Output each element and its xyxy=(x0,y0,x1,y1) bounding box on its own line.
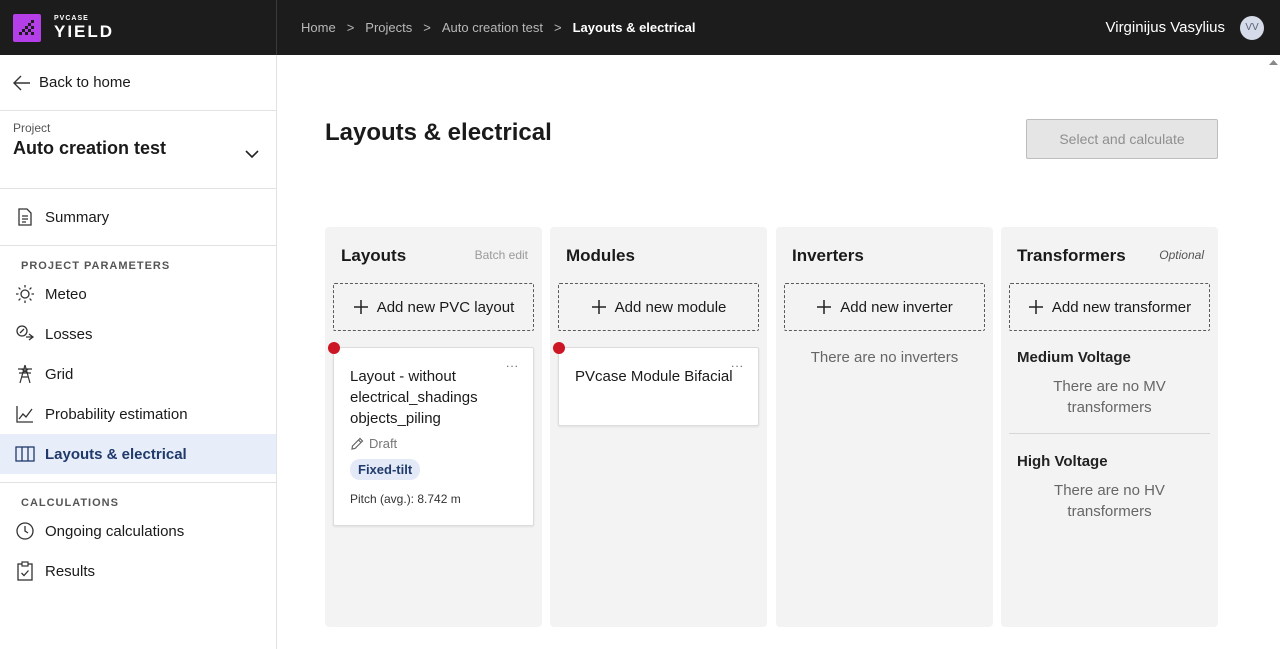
mounting-tag: Fixed-tilt xyxy=(350,459,421,480)
column-title: Transformers xyxy=(1017,246,1126,265)
section-label-parameters: PROJECT PARAMETERS xyxy=(21,260,171,272)
layout-card[interactable]: ... Layout - without electrical_shadings… xyxy=(328,342,534,526)
sidebar-item-label: Ongoing calculations xyxy=(45,522,185,540)
column-title: Layouts xyxy=(341,246,407,265)
status-label: Draft xyxy=(369,436,398,451)
empty-inverters-message: There are no inverters xyxy=(810,349,959,366)
chevron-down-icon[interactable] xyxy=(244,149,260,159)
layouts-column: Layouts Batch edit Add new PVC layout ..… xyxy=(325,227,542,627)
module-title: PVcase Module Bifacial xyxy=(575,368,733,385)
inverters-column: Inverters Add new inverter There are no … xyxy=(776,227,993,627)
sidebar-item-label: Summary xyxy=(45,208,110,226)
breadcrumb-separator: > xyxy=(346,20,355,35)
breadcrumb-current: Layouts & electrical xyxy=(572,20,696,35)
scroll-up-arrow-icon[interactable] xyxy=(1269,59,1278,66)
transmission-tower-icon xyxy=(15,364,35,384)
more-options-icon[interactable]: ... xyxy=(731,357,744,369)
clipboard-icon xyxy=(15,561,35,581)
sidebar-item-summary[interactable]: Summary xyxy=(0,197,276,237)
losses-icon xyxy=(15,324,35,344)
sidebar-item-results[interactable]: Results xyxy=(0,551,276,591)
column-title: Inverters xyxy=(792,246,864,265)
empty-hv-message: There are no HV transformers xyxy=(1054,482,1165,520)
project-caption: Project xyxy=(13,121,51,135)
modules-column: Modules Add new module ... PVcase Module… xyxy=(550,227,767,627)
optional-label: Optional xyxy=(1159,248,1204,262)
project-name: Auto creation test xyxy=(13,138,167,158)
breadcrumb-home[interactable]: Home xyxy=(301,20,336,35)
logo-mark-icon xyxy=(13,13,41,42)
add-label: Add new transformer xyxy=(1051,298,1192,316)
breadcrumb-separator: > xyxy=(554,20,562,35)
project-selector[interactable]: Project Auto creation test xyxy=(0,111,276,189)
add-transformer-button[interactable]: Add new transformer xyxy=(1009,283,1210,331)
user-menu[interactable]: Virginijus Vasylius VV xyxy=(1105,15,1280,40)
top-bar: PVCASE YIELD Home > Projects > Auto crea… xyxy=(0,0,1280,55)
sidebar-item-probability[interactable]: Probability estimation xyxy=(0,394,276,434)
error-indicator xyxy=(328,342,340,354)
breadcrumb-separator: > xyxy=(423,20,431,35)
plus-icon xyxy=(1028,300,1043,314)
layout-title: Layout - without electrical_shadings obj… xyxy=(350,368,478,427)
add-label: Add new module xyxy=(614,298,727,316)
logo-big-text: YIELD xyxy=(54,22,115,41)
sidebar-item-grid[interactable]: Grid xyxy=(0,354,276,394)
back-label: Back to home xyxy=(39,74,131,91)
add-layout-button[interactable]: Add new PVC layout xyxy=(333,283,534,331)
sidebar-item-layouts[interactable]: Layouts & electrical xyxy=(0,434,276,474)
logo-small-text: PVCASE xyxy=(54,15,89,22)
arrow-left-icon xyxy=(13,75,30,90)
draft-status: Draft xyxy=(334,436,533,451)
add-label: Add new PVC layout xyxy=(376,298,515,316)
back-to-home-link[interactable]: Back to home xyxy=(0,55,276,111)
document-icon xyxy=(15,207,35,227)
select-and-calculate-button[interactable]: Select and calculate xyxy=(1026,119,1218,159)
medium-voltage-heading: Medium Voltage xyxy=(1017,349,1131,366)
page-title: Layouts & electrical xyxy=(325,119,552,146)
sidebar: Back to home Project Auto creation test … xyxy=(0,55,277,649)
batch-edit-link[interactable]: Batch edit xyxy=(475,248,528,262)
add-label: Add new inverter xyxy=(840,298,953,316)
sidebar-item-losses[interactable]: Losses xyxy=(0,314,276,354)
more-options-icon[interactable]: ... xyxy=(506,357,519,369)
plus-icon xyxy=(353,300,368,314)
divider xyxy=(1009,433,1210,434)
plus-icon xyxy=(817,300,832,314)
pitch-value: Pitch (avg.): 8.742 m xyxy=(350,492,461,506)
main-content: Layouts & electrical Select and calculat… xyxy=(277,55,1280,649)
sidebar-item-ongoing[interactable]: Ongoing calculations xyxy=(0,511,276,551)
clock-icon xyxy=(15,521,35,541)
sidebar-item-label: Probability estimation xyxy=(45,405,188,423)
module-card[interactable]: ... PVcase Module Bifacial xyxy=(553,342,759,426)
sidebar-item-label: Grid xyxy=(45,365,74,383)
add-module-button[interactable]: Add new module xyxy=(558,283,759,331)
logo[interactable]: PVCASE YIELD xyxy=(0,0,277,55)
sidebar-item-meteo[interactable]: Meteo xyxy=(0,274,276,314)
empty-mv-message: There are no MV transformers xyxy=(1053,378,1166,416)
section-label-calculations: CALCULATIONS xyxy=(21,497,119,509)
sidebar-item-label: Layouts & electrical xyxy=(45,445,187,463)
avatar[interactable]: VV xyxy=(1240,15,1264,40)
user-name: Virginijus Vasylius xyxy=(1105,19,1226,36)
sidebar-item-label: Meteo xyxy=(45,285,87,303)
breadcrumb-project[interactable]: Auto creation test xyxy=(442,20,543,35)
column-title: Modules xyxy=(566,246,635,265)
plus-icon xyxy=(591,300,606,314)
sidebar-item-label: Results xyxy=(45,562,96,580)
columns-icon xyxy=(15,444,35,464)
sun-icon xyxy=(15,284,35,304)
line-chart-icon xyxy=(15,404,35,424)
high-voltage-heading: High Voltage xyxy=(1017,453,1108,470)
breadcrumb-projects[interactable]: Projects xyxy=(365,20,412,35)
pencil-icon xyxy=(351,437,364,450)
error-indicator xyxy=(553,342,565,354)
transformers-column: Transformers Optional Add new transforme… xyxy=(1001,227,1218,627)
breadcrumb: Home > Projects > Auto creation test > L… xyxy=(277,20,1106,35)
sidebar-item-label: Losses xyxy=(45,325,93,343)
add-inverter-button[interactable]: Add new inverter xyxy=(784,283,985,331)
